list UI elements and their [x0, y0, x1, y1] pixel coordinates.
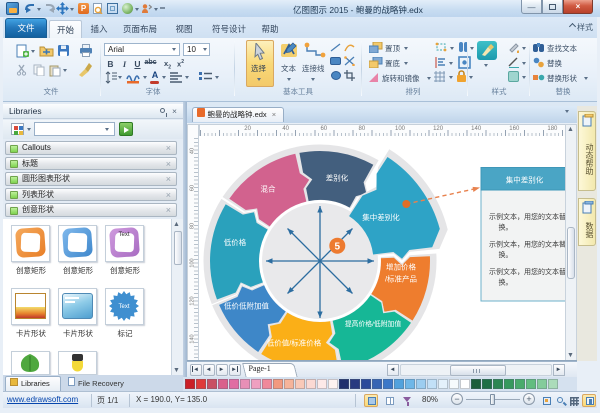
svg-text:Text: Text [118, 304, 129, 310]
svg-text:示例文本，用您的文本替: 示例文本，用您的文本替 [489, 240, 565, 249]
svg-text:换。: 换。 [499, 223, 513, 232]
svg-text:差别化: 差别化 [326, 173, 349, 183]
svg-text:5: 5 [335, 241, 341, 252]
svg-text:提高价格/低附加值: 提高价格/低附加值 [345, 319, 401, 328]
svg-text:集中差别化: 集中差别化 [506, 175, 544, 185]
svg-text:低价低附加值: 低价低附加值 [224, 301, 269, 311]
svg-text:换。: 换。 [499, 278, 513, 287]
svg-text:低价格: 低价格 [224, 237, 247, 247]
svg-text:增加价格: 增加价格 [386, 262, 416, 272]
svg-text:/标准产品: /标准产品 [385, 274, 417, 284]
svg-text:混合: 混合 [261, 184, 276, 194]
svg-text:换。: 换。 [499, 250, 513, 259]
svg-text:示例文本，用您的文本替: 示例文本，用您的文本替 [489, 212, 565, 221]
svg-text:集中差别化: 集中差别化 [362, 212, 400, 222]
svg-text:示例文本，用您的文本替: 示例文本，用您的文本替 [489, 267, 565, 276]
svg-text:低价值/标准价格: 低价值/标准价格 [267, 338, 322, 348]
